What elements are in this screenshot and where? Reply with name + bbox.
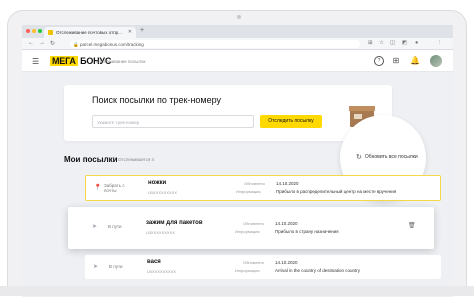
logo-mega: МЕГА <box>50 56 78 66</box>
star-icon[interactable]: ☆ <box>379 40 384 46</box>
favicon-icon <box>48 30 53 35</box>
refresh-all-button[interactable]: ↻ Обновить все посылки <box>356 153 418 161</box>
url-text: parcel.megabonus.com/tracking <box>80 41 144 47</box>
parcels-count: Отслеживается 4 <box>118 157 155 162</box>
info-label: Информация <box>235 229 260 234</box>
track-number-input[interactable]: Укажите трек-номер <box>92 115 254 128</box>
header-subtitle: Отслеживание посылок <box>96 59 146 64</box>
updated-label: Обновлено <box>243 221 264 226</box>
parcel-row-highlighted[interactable]: ➤ В пути зажим для пакетов LBХXXXXXXXX О… <box>68 207 434 249</box>
updated-date: 14.10.2020 <box>276 181 299 186</box>
info-text: Прибыло в страну назначения <box>275 229 339 234</box>
parcel-code: LBХXXXXXXXX <box>148 190 177 195</box>
location-pin-icon: 📍 <box>94 185 102 191</box>
parcel-row[interactable]: 📍 Забрать с почты ножки LBХXXXXXXXX Обно… <box>85 175 441 201</box>
maximize-window-button[interactable] <box>38 29 42 33</box>
window-controls <box>26 29 42 33</box>
updated-label: Обновлено <box>243 260 264 265</box>
parcel-status: Забрать с почты <box>104 183 125 193</box>
menu-burger-icon[interactable]: ☰ <box>32 57 39 66</box>
browser-tabbar: Отслеживание почтовых отпр... ✕ + <box>22 25 453 38</box>
plane-icon: ➤ <box>92 224 98 230</box>
info-text: Arrival in the country of destination co… <box>275 268 361 273</box>
plane-icon: ➤ <box>93 264 99 270</box>
bell-icon[interactable]: 🔔 <box>410 56 420 66</box>
laptop-base <box>0 286 474 296</box>
parcel-code: LBХXXXXXXXX <box>146 230 175 235</box>
reload-icon[interactable]: ↻ <box>50 40 55 47</box>
new-tab-icon[interactable]: + <box>140 27 144 34</box>
parcel-name: ножки <box>148 180 167 186</box>
browser-tab[interactable]: Отслеживание почтовых отпр... ✕ <box>44 27 136 38</box>
parcels-title: Мои посылки <box>64 155 118 164</box>
screen: Отслеживание почтовых отпр... ✕ + ← → ↻ … <box>22 25 453 297</box>
trash-icon[interactable]: 🗑 <box>408 222 416 229</box>
site-header: ☰ МЕГА БОНУС Отслеживание посылок ? ⊞ 🔔 <box>22 50 453 72</box>
parcel-code: LBХXXXXXXXX <box>147 269 176 274</box>
refresh-label: Обновить все посылки <box>364 154 418 160</box>
parcel-status: В пути <box>108 224 122 229</box>
avatar[interactable] <box>430 55 442 67</box>
minimize-window-button[interactable] <box>32 29 36 33</box>
updated-label: Обновлено <box>244 181 265 186</box>
extension-icon-3[interactable]: ◩ <box>402 40 407 46</box>
search-title: Поиск посылки по трек-номеру <box>92 95 222 105</box>
close-window-button[interactable] <box>26 29 30 33</box>
updated-date: 14.10.2020 <box>275 221 298 226</box>
refresh-icon: ↻ <box>356 154 362 161</box>
help-icon[interactable]: ? <box>374 56 384 66</box>
menu-icon[interactable]: ⋮ <box>437 40 443 46</box>
parcel-row[interactable]: ➤ В пути вася LBХXXXXXXXX Обновлено 14.1… <box>85 255 441 279</box>
lock-icon: 🔒 <box>73 41 79 47</box>
updated-date: 14.10.2020 <box>275 260 298 265</box>
parcel-status: В пути <box>109 264 123 269</box>
address-bar-row: ← → ↻ 🔒 parcel.megabonus.com/tracking ⊞ … <box>22 38 453 50</box>
back-icon[interactable]: ← <box>28 40 34 46</box>
tab-title: Отслеживание почтовых отпр... <box>56 30 122 35</box>
extension-icon[interactable]: ⊞ <box>368 40 373 46</box>
grid-icon[interactable]: ⊞ <box>391 56 401 66</box>
profile-icon[interactable]: ● <box>415 40 418 46</box>
url-field[interactable]: 🔒 parcel.megabonus.com/tracking <box>70 40 360 48</box>
parcel-name: зажим для пакетов <box>146 220 203 226</box>
tab-close-icon[interactable]: ✕ <box>128 29 132 35</box>
parcel-name: вася <box>147 259 161 265</box>
info-text: Прибыло в распределительный центр на мес… <box>276 189 397 194</box>
extension-icon-2[interactable]: ◫ <box>390 40 395 46</box>
search-card: Поиск посылки по трек-номеру Укажите тре… <box>64 85 392 141</box>
track-button[interactable]: Отследить посылку <box>260 115 322 128</box>
info-label: Информация <box>235 268 260 273</box>
info-label: Информация <box>236 189 261 194</box>
camera <box>237 15 241 19</box>
laptop-frame: Отслеживание почтовых отпр... ✕ + ← → ↻ … <box>7 10 467 297</box>
forward-icon[interactable]: → <box>39 40 45 46</box>
